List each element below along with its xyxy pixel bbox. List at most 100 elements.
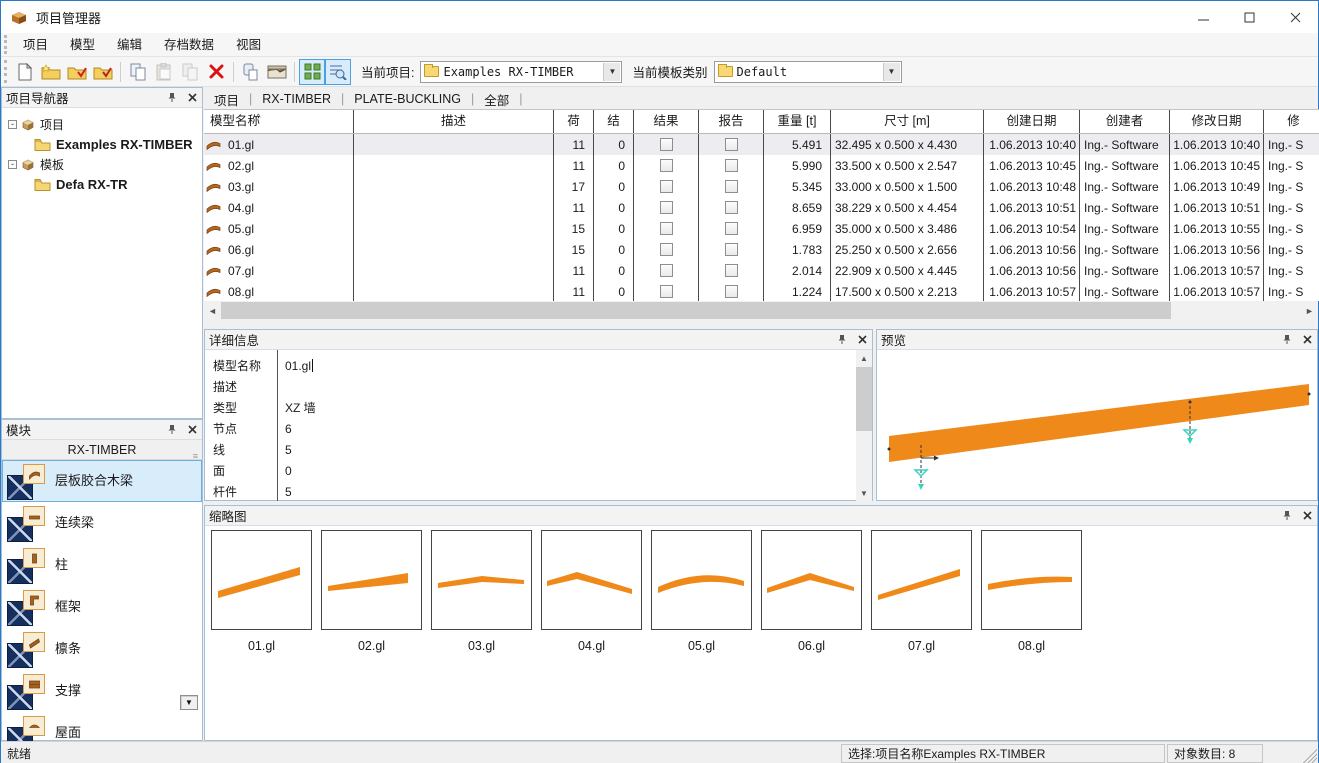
scrollbar-track[interactable] [221,302,1301,319]
result-checkbox[interactable] [660,264,673,277]
menu-item[interactable]: 项目 [12,33,59,57]
menu-item[interactable]: 编辑 [106,33,153,57]
tree-item[interactable]: -项目 [8,114,202,134]
menu-item[interactable]: 模型 [59,33,106,57]
detail-value[interactable]: 01.gl [277,359,313,373]
table-row[interactable]: 01.gl1105.49132.495 x 0.500 x 4.4301.06.… [204,134,1319,155]
result-checkbox[interactable] [660,138,673,151]
pin-icon[interactable] [1281,510,1293,522]
template-category-combobox[interactable]: Default ▼ [714,61,902,83]
report-checkbox[interactable] [725,159,738,172]
detail-value[interactable]: XZ 墙 [277,399,316,416]
menu-grip[interactable] [4,35,9,53]
new-project-button[interactable] [12,59,38,85]
column-header-8[interactable]: 创建日期 [984,110,1080,133]
column-header-6[interactable]: 重量 [t] [764,110,831,133]
modules-group-header[interactable]: RX-TIMBER ≡ [2,440,202,460]
thumbnail-image[interactable] [431,530,532,630]
module-item[interactable]: 框架 [2,586,202,628]
close-icon[interactable] [1301,334,1313,346]
thumbnail-image[interactable] [651,530,752,630]
column-header-11[interactable]: 修 [1264,110,1319,133]
pin-icon[interactable] [1281,334,1293,346]
copy-button[interactable] [125,59,151,85]
result-checkbox[interactable] [660,180,673,193]
table-row[interactable]: 07.gl1102.01422.909 x 0.500 x 4.4451.06.… [204,260,1319,281]
thumbnail-image[interactable] [211,530,312,630]
table-row[interactable]: 06.gl1501.78325.250 x 0.500 x 2.6561.06.… [204,239,1319,260]
details-scrollbar[interactable]: ▲ ▼ [856,350,872,501]
connect-project-button[interactable] [90,59,116,85]
close-icon[interactable] [186,92,198,104]
menu-item[interactable]: 存档数据 [153,33,225,57]
result-checkbox[interactable] [660,285,673,298]
report-checkbox[interactable] [725,285,738,298]
thumbnail-item[interactable]: 08.gl [981,530,1082,653]
thumbnail-item[interactable]: 06.gl [761,530,862,653]
table-horizontal-scrollbar[interactable]: ◄ ► [204,302,1318,319]
report-checkbox[interactable] [725,180,738,193]
column-header-4[interactable]: 结果 [634,110,699,133]
tree-item[interactable]: -模板 [8,154,202,174]
close-icon[interactable] [186,424,198,436]
tab-全部[interactable]: 全部 [474,90,519,109]
chevron-down-icon[interactable]: ▼ [883,63,900,81]
thumbnail-item[interactable]: 05.gl [651,530,752,653]
scroll-left-arrow[interactable]: ◄ [204,302,221,319]
import-model-button[interactable] [238,59,264,85]
column-header-0[interactable]: 模型名称^ [204,110,354,133]
detail-value[interactable]: 5 [277,443,292,457]
detail-value[interactable]: 5 [277,485,292,499]
delete-button[interactable] [203,59,229,85]
tree-expand-toggle[interactable]: - [8,120,17,129]
tree-item[interactable]: Examples RX-TIMBER [8,134,202,154]
column-header-10[interactable]: 修改日期 [1170,110,1264,133]
scrollbar-thumb[interactable] [221,302,1171,319]
detail-view-toggle[interactable] [325,59,351,85]
tree-expand-toggle[interactable]: - [8,160,17,169]
thumbnail-image[interactable] [541,530,642,630]
open-project-button[interactable] [64,59,90,85]
report-checkbox[interactable] [725,138,738,151]
scrollbar-thumb[interactable] [856,367,872,431]
close-icon[interactable] [1301,510,1313,522]
paste-button[interactable] [151,59,177,85]
thumbnail-item[interactable]: 04.gl [541,530,642,653]
module-item[interactable]: 支撑 [2,670,202,712]
module-item[interactable]: 连续梁 [2,502,202,544]
thumbnail-item[interactable]: 07.gl [871,530,972,653]
scroll-right-arrow[interactable]: ► [1301,302,1318,319]
column-header-2[interactable]: 荷 [554,110,594,133]
table-row[interactable]: 03.gl1705.34533.000 x 0.500 x 1.5001.06.… [204,176,1319,197]
column-header-5[interactable]: 报告 [699,110,764,133]
table-row[interactable]: 04.gl1108.65938.229 x 0.500 x 4.4541.06.… [204,197,1319,218]
archive-button[interactable] [264,59,290,85]
toolbar-grip[interactable] [4,60,9,83]
module-item[interactable]: 层板胶合木梁 [2,460,202,502]
report-checkbox[interactable] [725,201,738,214]
result-checkbox[interactable] [660,201,673,214]
module-item[interactable]: 柱 [2,544,202,586]
column-header-1[interactable]: 描述 [354,110,554,133]
thumbnail-image[interactable] [761,530,862,630]
column-header-9[interactable]: 创建者 [1080,110,1170,133]
table-row[interactable]: 02.gl1105.99033.500 x 0.500 x 2.5471.06.… [204,155,1319,176]
pin-icon[interactable] [166,424,178,436]
column-header-7[interactable]: 尺寸 [m] [831,110,984,133]
report-checkbox[interactable] [725,222,738,235]
detail-value[interactable]: 6 [277,422,292,436]
close-button[interactable] [1272,1,1318,33]
thumbnail-item[interactable]: 01.gl [211,530,312,653]
maximize-button[interactable] [1226,1,1272,33]
close-icon[interactable] [856,334,868,346]
new-folder-button[interactable] [38,59,64,85]
detail-value[interactable]: 0 [277,464,292,478]
copy-special-button[interactable] [177,59,203,85]
result-checkbox[interactable] [660,159,673,172]
resize-grip[interactable] [1303,749,1317,763]
thumbnail-view-toggle[interactable] [299,59,325,85]
tab-RX-TIMBER[interactable]: RX-TIMBER [252,92,341,106]
thumbnail-item[interactable]: 02.gl [321,530,422,653]
current-project-combobox[interactable]: Examples RX-TIMBER ▼ [420,61,622,83]
tab-项目[interactable]: 项目 [204,90,249,109]
